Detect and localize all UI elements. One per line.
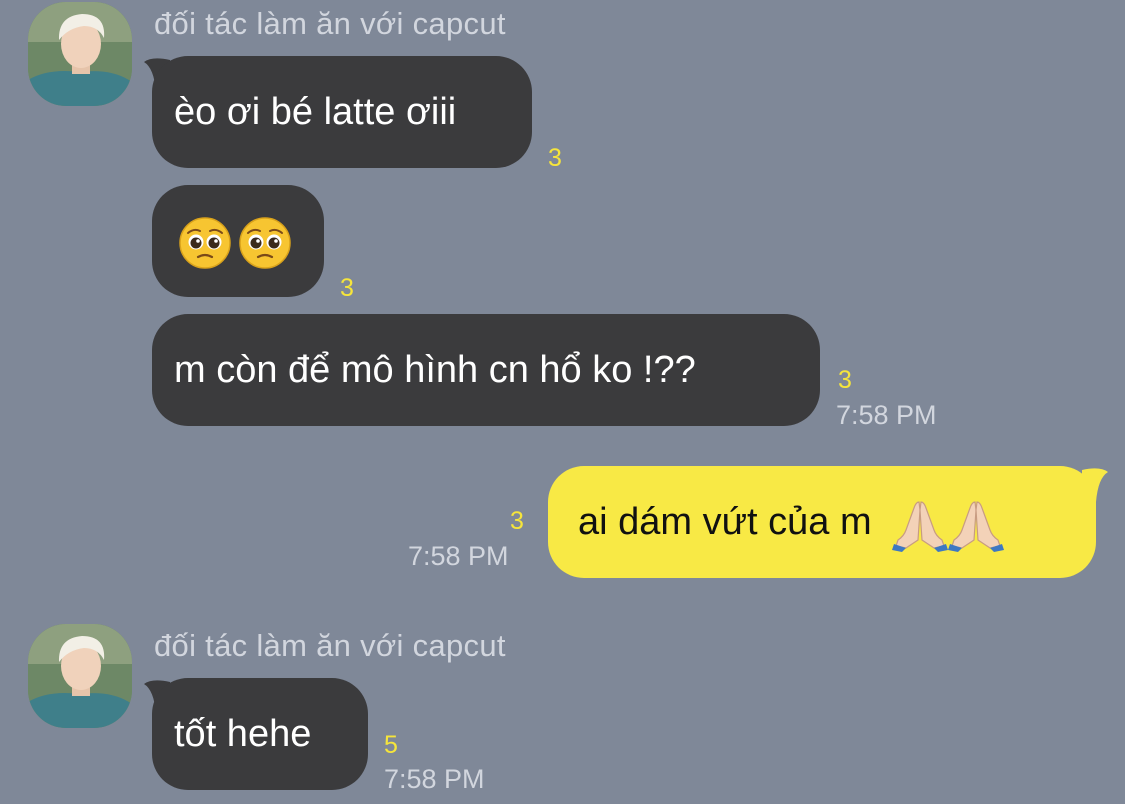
unread-count: 3 (548, 144, 562, 172)
folded-hands-icon (892, 501, 949, 552)
message-bubble-outgoing[interactable]: ai dám vứt của m (548, 466, 1096, 578)
message-timestamp: 7:58 PM (836, 400, 937, 430)
unread-count: 3 (510, 507, 524, 535)
bubble-tail (1082, 468, 1108, 502)
unread-count: 3 (838, 366, 852, 394)
message-text: èo ơi bé latte ơiii (174, 91, 457, 133)
message-text: ai dám vứt của m (578, 501, 872, 543)
unread-count: 5 (384, 731, 398, 759)
sender-name: đối tác làm ăn với capcut (154, 6, 506, 41)
unread-count: 3 (340, 274, 354, 302)
message-bubble-incoming[interactable]: tốt hehe (152, 678, 368, 790)
sender-avatar[interactable] (28, 2, 132, 106)
message-bubble-incoming[interactable]: m còn để mô hình cn hổ ko !?? (152, 314, 820, 426)
pleading-face-icon (179, 217, 231, 269)
message-timestamp: 7:58 PM (408, 541, 509, 571)
message-text: m còn để mô hình cn hổ ko !?? (174, 349, 696, 391)
message-bubble-incoming[interactable] (152, 185, 324, 297)
folded-hands-icon (948, 501, 1005, 552)
message-text: tốt hehe (174, 713, 312, 755)
sender-name: đối tác làm ăn với capcut (154, 628, 506, 663)
message-bubble-incoming[interactable]: èo ơi bé latte ơiii (152, 56, 532, 168)
message-timestamp: 7:58 PM (384, 764, 485, 794)
sender-avatar[interactable] (28, 624, 132, 728)
pleading-face-icon (239, 217, 291, 269)
